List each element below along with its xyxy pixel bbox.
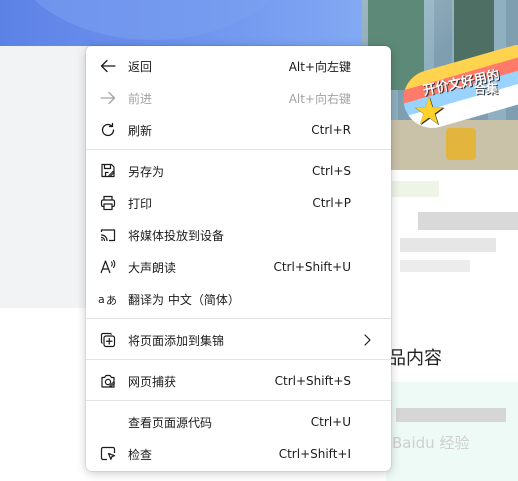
forward-arrow-icon <box>98 88 118 108</box>
menu-item-print[interactable]: 打印 Ctrl+P <box>86 187 391 219</box>
menu-item-shortcut: Ctrl+Shift+S <box>274 374 351 388</box>
menu-item-add-to-collections[interactable]: 将页面添加到集锦 <box>86 324 391 356</box>
back-arrow-icon <box>98 56 118 76</box>
blurred-text <box>400 260 470 272</box>
menu-item-label: 大声朗读 <box>128 260 177 275</box>
menu-item-translate[interactable]: aあ 翻译为 中文（简体） <box>86 283 391 315</box>
page-banner <box>0 0 362 46</box>
menu-separator <box>86 149 391 150</box>
menu-item-label: 将页面添加到集锦 <box>128 333 225 348</box>
blurred-text <box>396 408 506 422</box>
menu-item-label: 查看页面源代码 <box>128 415 213 430</box>
menu-item-forward[interactable]: 前进 Alt+向右键 <box>86 82 391 114</box>
menu-item-cast-media[interactable]: 将媒体投放到设备 <box>86 219 391 251</box>
menu-item-web-capture[interactable]: 网页捕获 Ctrl+Shift+S <box>86 365 391 397</box>
menu-item-save-as[interactable]: 另存为 Ctrl+S <box>86 155 391 187</box>
star-sticker-icon: ★ <box>411 89 447 133</box>
menu-item-label: 检查 <box>128 447 153 462</box>
collections-icon <box>98 330 118 350</box>
chevron-right-icon <box>359 332 375 348</box>
printer-icon <box>98 193 118 213</box>
menu-item-view-source[interactable]: 查看页面源代码 Ctrl+U <box>86 406 391 438</box>
menu-item-shortcut: Ctrl+Shift+U <box>273 260 351 274</box>
menu-item-back[interactable]: 返回 Alt+向左键 <box>86 50 391 82</box>
menu-separator <box>86 318 391 319</box>
blurred-title <box>418 212 518 230</box>
translate-icon: aあ <box>98 289 118 309</box>
menu-item-label: 返回 <box>128 59 153 74</box>
menu-item-shortcut: Ctrl+R <box>311 123 351 137</box>
thumbnail-caption-sub: 合集 <box>474 82 499 96</box>
section-title: 品内容 <box>388 348 442 369</box>
menu-item-label: 刷新 <box>128 123 153 138</box>
web-capture-icon <box>98 371 118 391</box>
menu-item-shortcut: Ctrl+P <box>312 196 351 210</box>
refresh-icon <box>98 120 118 140</box>
save-as-icon <box>98 161 118 181</box>
menu-item-shortcut: Alt+向左键 <box>288 59 351 74</box>
inspect-icon <box>98 444 118 464</box>
menu-separator <box>86 359 391 360</box>
menu-item-inspect[interactable]: 检查 Ctrl+Shift+I <box>86 438 391 470</box>
cast-icon <box>98 225 118 245</box>
blurred-text <box>400 238 496 252</box>
menu-separator <box>86 400 391 401</box>
blurred-tag <box>392 181 439 197</box>
menu-item-shortcut: Ctrl+U <box>310 415 351 429</box>
menu-item-label: 将媒体投放到设备 <box>128 228 225 243</box>
menu-item-label: 打印 <box>128 196 153 211</box>
menu-item-shortcut: Ctrl+Shift+I <box>278 447 351 461</box>
context-menu: 返回 Alt+向左键 前进 Alt+向右键 刷新 Ctrl+R 另存为 Ctrl… <box>86 46 391 471</box>
menu-item-read-aloud[interactable]: 大声朗读 Ctrl+Shift+U <box>86 251 391 283</box>
svg-text:あ: あ <box>106 294 117 307</box>
watermark: Baidu 经验 <box>392 434 470 452</box>
menu-item-shortcut: Alt+向右键 <box>288 91 351 106</box>
menu-item-label: 网页捕获 <box>128 374 177 389</box>
read-aloud-icon <box>98 257 118 277</box>
menu-item-label: 另存为 <box>128 164 165 179</box>
menu-item-refresh[interactable]: 刷新 Ctrl+R <box>86 114 391 146</box>
menu-item-shortcut: Ctrl+S <box>311 164 351 178</box>
menu-item-label: 翻译为 中文（简体） <box>128 292 240 307</box>
menu-item-label: 前进 <box>128 91 153 106</box>
svg-text:a: a <box>98 293 105 306</box>
